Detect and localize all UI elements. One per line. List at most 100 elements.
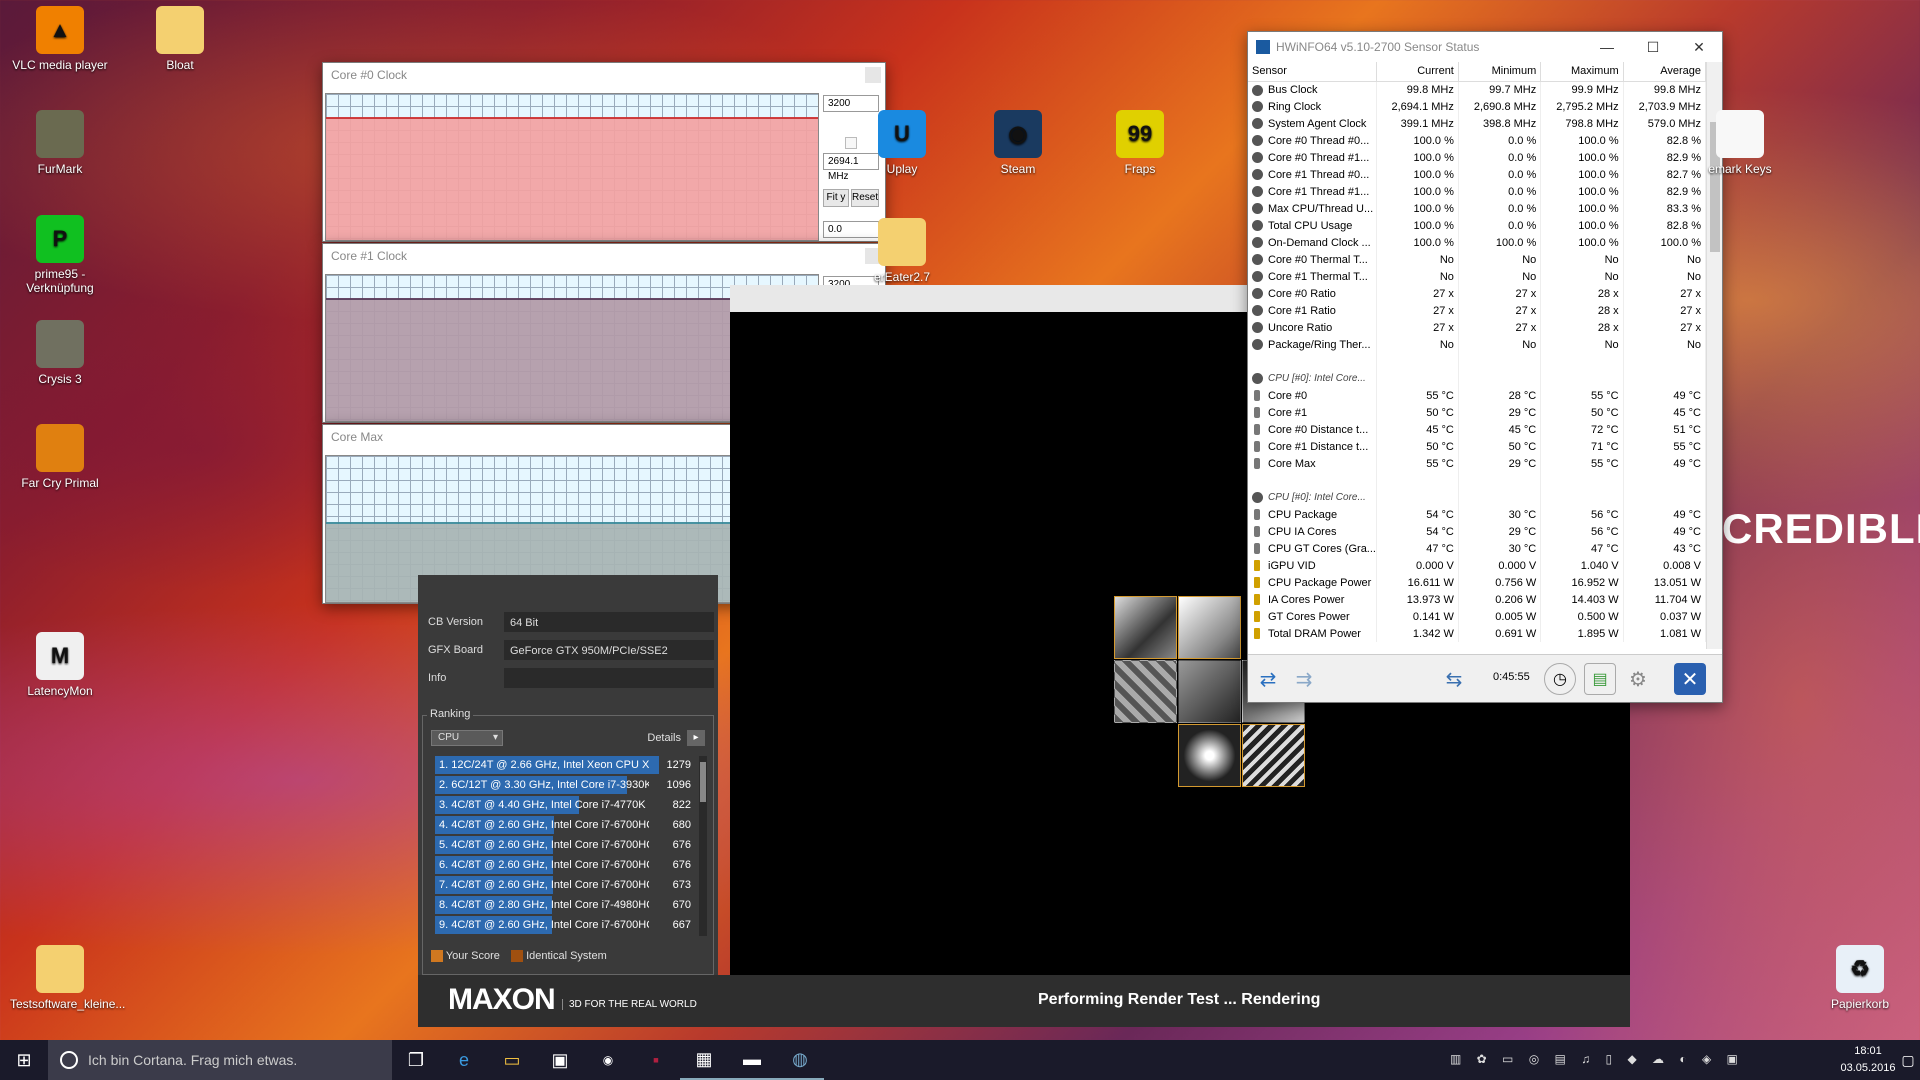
- column-header[interactable]: Sensor: [1248, 62, 1377, 82]
- graph-title[interactable]: Core #1 Clock: [323, 244, 885, 268]
- ranking-item[interactable]: 9. 4C/8T @ 2.60 GHz, Intel Core i7-6700H…: [435, 916, 695, 934]
- hwinfo-titlebar[interactable]: HWiNFO64 v5.10-2700 Sensor Status — ☐ ✕: [1248, 32, 1722, 62]
- ranking-item[interactable]: 8. 4C/8T @ 2.80 GHz, Intel Core i7-4980H…: [435, 896, 695, 914]
- desktop-icon-document[interactable]: emark Keys: [1690, 110, 1790, 176]
- network-icon[interactable]: ⇆: [1438, 663, 1470, 695]
- sensor-row[interactable]: Total CPU Usage 100.0 % 0.0 % 100.0 % 82…: [1248, 217, 1707, 234]
- sensor-row[interactable]: Core #1 Thermal T... No No No No: [1248, 268, 1707, 285]
- column-header[interactable]: Minimum: [1458, 62, 1542, 82]
- sensor-row[interactable]: On-Demand Clock ... 100.0 % 100.0 % 100.…: [1248, 234, 1707, 251]
- ranking-list[interactable]: 1. 12C/24T @ 2.66 GHz, Intel Xeon CPU X5…: [423, 752, 713, 942]
- asus-icon[interactable]: ◉: [584, 1040, 632, 1080]
- close-sensors-icon[interactable]: ✕: [1674, 663, 1706, 695]
- ranking-select[interactable]: CPU ▾: [431, 730, 503, 746]
- expand-arrows-icon[interactable]: ⇉: [1288, 663, 1320, 695]
- desktop-icon-folder[interactable]: Testsoftware_kleine...: [10, 945, 125, 1011]
- desktop-icon-uplay[interactable]: U Uplay: [852, 110, 952, 176]
- ranking-item[interactable]: 6. 4C/8T @ 2.60 GHz, Intel Core i7-6700H…: [435, 856, 695, 874]
- desktop-icon-fraps[interactable]: 99 Fraps: [1090, 110, 1190, 176]
- desktop-icon-folder-doc[interactable]: Bloat: [130, 6, 230, 72]
- sensor-row[interactable]: Core Max 55 °C 29 °C 55 °C 49 °C: [1248, 455, 1707, 472]
- clock[interactable]: 18:01 03.05.2016: [1840, 1043, 1896, 1077]
- sensor-row[interactable]: Total DRAM Power 1.342 W 0.691 W 1.895 W…: [1248, 625, 1707, 642]
- gear-icon[interactable]: ⚙: [1622, 663, 1654, 695]
- desktop-icon-recycle-bin[interactable]: ♻ Papierkorb: [1810, 945, 1910, 1011]
- close-button[interactable]: ✕: [1676, 32, 1722, 62]
- sensor-row[interactable]: iGPU VID 0.000 V 0.000 V 1.040 V 0.008 V: [1248, 557, 1707, 574]
- sensor-group-row[interactable]: CPU [#0]: Intel Core...: [1248, 489, 1707, 506]
- save-app-icon[interactable]: ▪: [632, 1040, 680, 1080]
- sensor-row[interactable]: Core #1 Ratio 27 x 27 x 28 x 27 x: [1248, 302, 1707, 319]
- reset-button[interactable]: Reset: [851, 189, 879, 207]
- ranking-item[interactable]: 2. 6C/12T @ 3.30 GHz, Intel Core i7-3930…: [435, 776, 695, 794]
- terminal-icon[interactable]: ▬: [728, 1040, 776, 1080]
- sensor-row[interactable]: Core #0 Thread #0... 100.0 % 0.0 % 100.0…: [1248, 132, 1707, 149]
- ranking-scrollbar[interactable]: [699, 756, 707, 936]
- minimize-button[interactable]: —: [1584, 32, 1630, 62]
- sensor-row[interactable]: Core #0 Thread #1... 100.0 % 0.0 % 100.0…: [1248, 149, 1707, 166]
- sensor-row[interactable]: CPU GT Cores (Gra... 47 °C 30 °C 47 °C 4…: [1248, 540, 1707, 557]
- sensor-row[interactable]: Core #0 Distance t... 45 °C 45 °C 72 °C …: [1248, 421, 1707, 438]
- sensor-row[interactable]: Core #0 55 °C 28 °C 55 °C 49 °C: [1248, 387, 1707, 404]
- notifications-icon[interactable]: ▢: [1896, 1040, 1920, 1080]
- scrollbar-thumb[interactable]: [700, 762, 706, 802]
- sensor-group-row[interactable]: CPU [#0]: Intel Core...: [1248, 370, 1707, 387]
- sensor-row[interactable]: Uncore Ratio 27 x 27 x 28 x 27 x: [1248, 319, 1707, 336]
- graph-title[interactable]: Core #0 Clock: [323, 63, 885, 87]
- desktop-icon-vlc[interactable]: ▲ VLC media player: [10, 6, 110, 72]
- sensor-row[interactable]: Bus Clock 99.8 MHz 99.7 MHz 99.9 MHz 99.…: [1248, 81, 1707, 98]
- sensor-row[interactable]: Core #1 Thread #1... 100.0 % 0.0 % 100.0…: [1248, 183, 1707, 200]
- sensor-current: 100.0 %: [1376, 200, 1459, 217]
- graph-close-button[interactable]: [865, 67, 881, 83]
- sensor-minimum: 0.0 %: [1458, 200, 1542, 217]
- desktop-icon-latencymon[interactable]: M LatencyMon: [10, 632, 110, 698]
- desktop-icon-steam[interactable]: ◉ Steam: [968, 110, 1068, 176]
- sensor-row[interactable]: Max CPU/Thread U... 100.0 % 0.0 % 100.0 …: [1248, 200, 1707, 217]
- column-header[interactable]: Maximum: [1540, 62, 1624, 82]
- ranking-item[interactable]: 5. 4C/8T @ 2.60 GHz, Intel Core i7-6700H…: [435, 836, 695, 854]
- desktop-icon-furmark[interactable]: FurMark: [10, 110, 110, 176]
- sensor-row[interactable]: Core #0 Thermal T... No No No No: [1248, 251, 1707, 268]
- tray-icons[interactable]: ▥ ✿ ▭ ◎ ▤ ♫ ▯ ◆ ☁ ◐ ◈ ▣: [1450, 1052, 1744, 1066]
- hwinfo-taskbar-icon[interactable]: ▦: [680, 1040, 728, 1080]
- collapse-arrows-icon[interactable]: ⇄: [1252, 663, 1284, 695]
- cinebench-taskbar-icon[interactable]: ◍: [776, 1040, 824, 1080]
- sensor-minimum: 27 x: [1458, 285, 1542, 302]
- store-icon[interactable]: ▣: [536, 1040, 584, 1080]
- file-explorer-icon[interactable]: ▭: [488, 1040, 536, 1080]
- sensor-row[interactable]: System Agent Clock 399.1 MHz 398.8 MHz 7…: [1248, 115, 1707, 132]
- sensor-row[interactable]: GT Cores Power 0.141 W 0.005 W 0.500 W 0…: [1248, 608, 1707, 625]
- edge-icon[interactable]: e: [440, 1040, 488, 1080]
- sensor-row[interactable]: Core #1 Distance t... 50 °C 50 °C 71 °C …: [1248, 438, 1707, 455]
- ranking-item[interactable]: 7. 4C/8T @ 2.60 GHz, Intel Core i7-6700H…: [435, 876, 695, 894]
- report-icon[interactable]: ▤: [1584, 663, 1616, 695]
- maximize-button[interactable]: ☐: [1630, 32, 1676, 62]
- sensor-row[interactable]: [1248, 472, 1707, 489]
- sensor-row[interactable]: IA Cores Power 13.973 W 0.206 W 14.403 W…: [1248, 591, 1707, 608]
- sensor-row[interactable]: Core #0 Ratio 27 x 27 x 28 x 27 x: [1248, 285, 1707, 302]
- sensor-average: [1623, 370, 1707, 387]
- desktop-icon-folder[interactable]: erEater2.7: [852, 218, 952, 284]
- column-header[interactable]: Average: [1623, 62, 1707, 82]
- cortana-search-box[interactable]: Ich bin Cortana. Frag mich etwas.: [48, 1040, 392, 1080]
- ranking-item[interactable]: 3. 4C/8T @ 4.40 GHz, Intel Core i7-4770K…: [435, 796, 695, 814]
- desktop-icon-prime95[interactable]: Pprime95 - Verknüpfung: [10, 215, 110, 295]
- desktop-icon-crysis[interactable]: Crysis 3: [10, 320, 110, 386]
- sensor-row[interactable]: CPU Package 54 °C 30 °C 56 °C 49 °C: [1248, 506, 1707, 523]
- details-button[interactable]: ▸: [687, 730, 705, 746]
- sensor-row[interactable]: Ring Clock 2,694.1 MHz 2,690.8 MHz 2,795…: [1248, 98, 1707, 115]
- task-view-icon[interactable]: ❐: [392, 1040, 440, 1080]
- sensor-row[interactable]: CPU IA Cores 54 °C 29 °C 56 °C 49 °C: [1248, 523, 1707, 540]
- fit-y-button[interactable]: Fit y: [823, 189, 849, 207]
- ranking-item[interactable]: 4. 4C/8T @ 2.60 GHz, Intel Core i7-6700H…: [435, 816, 695, 834]
- sensor-row[interactable]: Package/Ring Ther... No No No No: [1248, 336, 1707, 353]
- start-button[interactable]: ⊞: [0, 1040, 48, 1080]
- sensor-row[interactable]: [1248, 353, 1707, 370]
- sensor-row[interactable]: Core #1 Thread #0... 100.0 % 0.0 % 100.0…: [1248, 166, 1707, 183]
- clock-icon[interactable]: ◷: [1544, 663, 1576, 695]
- sensor-row[interactable]: Core #1 50 °C 29 °C 50 °C 45 °C: [1248, 404, 1707, 421]
- desktop-icon-farcry[interactable]: Far Cry Primal: [10, 424, 110, 490]
- column-header[interactable]: Current: [1376, 62, 1459, 82]
- sensor-row[interactable]: CPU Package Power 16.611 W 0.756 W 16.95…: [1248, 574, 1707, 591]
- ranking-item[interactable]: 1. 12C/24T @ 2.66 GHz, Intel Xeon CPU X5…: [435, 756, 695, 774]
